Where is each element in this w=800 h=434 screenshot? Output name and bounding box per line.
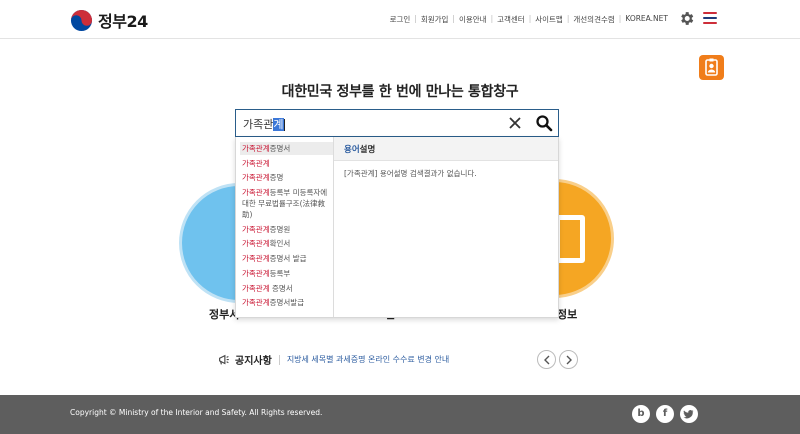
copyright-text: Copyright © Ministry of the Interior and… [70, 408, 323, 417]
logo-text: 정부24 [98, 12, 148, 31]
twitter-icon[interactable] [680, 405, 698, 423]
term-description-panel: 용어설명 [가족관계] 용어설명 검색결과가 없습니다. [334, 137, 558, 317]
facebook-icon[interactable]: f [656, 405, 674, 423]
suggestion-item[interactable]: 가족관계증명 [240, 171, 333, 184]
taegeuk-emblem-icon [70, 9, 93, 31]
nav-feedback[interactable]: 개선의견수렴 [573, 14, 614, 25]
hamburger-menu-icon[interactable] [703, 12, 717, 24]
term-panel-message: [가족관계] 용어설명 검색결과가 없습니다. [344, 169, 477, 178]
notice-title: 공지사항 [235, 356, 272, 367]
notice-next-button[interactable] [559, 350, 578, 369]
search-box[interactable]: 가족관계 [235, 109, 559, 137]
notice-prev-button[interactable] [537, 350, 556, 369]
circle-label-right: 정보 [557, 308, 578, 321]
site-header: 정부24 로그인 | 회원가입 | 이용안내 | 고객센터 | 사이트맵 | 개선의견수렴… [0, 0, 800, 39]
megaphone-icon [219, 354, 229, 365]
gear-icon[interactable] [678, 10, 695, 27]
chevron-left-icon [544, 355, 550, 365]
search-input[interactable]: 가족관계 [243, 116, 285, 132]
site-footer: Copyright © Ministry of the Interior and… [0, 395, 800, 434]
nav-guide[interactable]: 이용안내 [459, 14, 487, 25]
clear-icon[interactable] [507, 115, 523, 131]
nav-signup[interactable]: 회원가입 [421, 14, 449, 25]
suggestion-item[interactable]: 가족관계증명서 발급 [240, 252, 333, 265]
notice-bar: 공지사항 지방세 세목별 과세증명 온라인 수수료 변경 안내 [217, 352, 449, 367]
suggestion-item[interactable]: 가족관계 [240, 157, 333, 170]
tablet-icon [555, 215, 585, 263]
term-panel-heading: 용어설명 [334, 137, 558, 161]
nav-sitemap[interactable]: 사이트맵 [535, 14, 563, 25]
suggestion-item[interactable]: 가족관계증명서발급 [240, 296, 333, 309]
site-logo[interactable]: 정부24 [70, 8, 148, 32]
suggestion-list: 가족관계증명서 가족관계 가족관계증명 가족관계등록부 미등록자에 대한 무료법… [236, 137, 334, 317]
nav-login[interactable]: 로그인 [390, 14, 411, 25]
blog-icon[interactable]: b [632, 405, 650, 423]
chevron-right-icon [566, 355, 572, 365]
suggestion-item[interactable]: 가족관계등록부 미등록자에 대한 무료법률구조(法律救助) [240, 186, 333, 221]
nav-support[interactable]: 고객센터 [497, 14, 525, 25]
id-badge-icon [705, 58, 718, 76]
search-selected-text: 계 [273, 118, 284, 131]
notice-link[interactable]: 지방세 세목별 과세증명 온라인 수수료 변경 안내 [287, 354, 449, 365]
suggestion-item[interactable]: 가족관계 증명서 [240, 282, 333, 295]
certificate-shortcut-button[interactable] [699, 55, 724, 80]
autocomplete-dropdown: 가족관계증명서 가족관계 가족관계증명 가족관계등록부 미등록자에 대한 무료법… [235, 137, 559, 318]
suggestion-item[interactable]: 가족관계확인서 [240, 237, 333, 250]
page-headline: 대한민국 정부를 한 번에 만나는 통합창구 [281, 84, 519, 100]
suggestion-item[interactable]: 가족관계증명서 [240, 142, 333, 155]
top-nav: 로그인 | 회원가입 | 이용안내 | 고객센터 | 사이트맵 | 개선의견수렴 | KOR… [389, 14, 668, 25]
suggestion-item[interactable]: 가족관계등록부 [240, 267, 333, 280]
text-caret [283, 119, 285, 131]
twitter-bird-icon [683, 410, 694, 419]
suggestion-item[interactable]: 가족관계증명원 [240, 223, 333, 236]
search-icon[interactable] [535, 114, 553, 132]
nav-korea-net[interactable]: KOREA.NET [625, 14, 668, 25]
